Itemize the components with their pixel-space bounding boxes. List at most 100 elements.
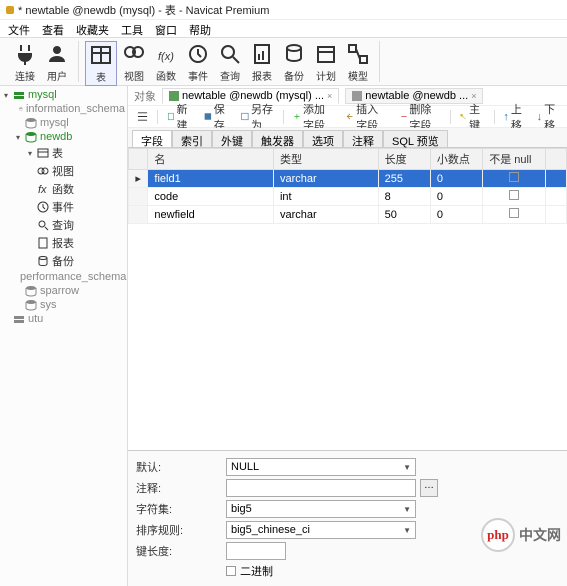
cell-decimals[interactable]: 0 bbox=[430, 188, 482, 206]
collate-select[interactable]: big5_chinese_ci▼ bbox=[226, 521, 416, 539]
user-button[interactable]: 用户 bbox=[42, 41, 72, 84]
tree-node-mysql[interactable]: ▾ mysql bbox=[0, 89, 127, 101]
event-button[interactable]: 事件 bbox=[183, 41, 213, 84]
expand-icon[interactable]: ▾ bbox=[14, 133, 22, 141]
keylen-input[interactable] bbox=[226, 542, 286, 560]
tab-options[interactable]: 选项 bbox=[303, 130, 343, 147]
charset-select[interactable]: big5▼ bbox=[226, 500, 416, 518]
cell-key[interactable] bbox=[546, 188, 567, 206]
cell-decimals[interactable]: 0 bbox=[430, 206, 482, 224]
backup-button[interactable]: 备份 bbox=[279, 41, 309, 84]
col-key[interactable] bbox=[546, 149, 567, 170]
tab-indexes[interactable]: 索引 bbox=[172, 130, 212, 147]
comment-input[interactable] bbox=[226, 479, 416, 497]
cell-length[interactable]: 50 bbox=[378, 206, 430, 224]
tree-node-视图[interactable]: 视图 bbox=[0, 163, 127, 179]
col-type[interactable]: 类型 bbox=[273, 149, 378, 170]
tree-node-事件[interactable]: 事件 bbox=[0, 199, 127, 215]
query-button[interactable]: 查询 bbox=[215, 41, 245, 84]
tab-comment[interactable]: 注释 bbox=[343, 130, 383, 147]
menu-favorites[interactable]: 收藏夹 bbox=[76, 22, 109, 35]
connect-button[interactable]: 连接 bbox=[10, 41, 40, 84]
tree-node-备份[interactable]: 备份 bbox=[0, 253, 127, 269]
db-icon bbox=[25, 299, 37, 311]
menu-help[interactable]: 帮助 bbox=[189, 22, 211, 35]
expand-icon[interactable] bbox=[14, 287, 22, 295]
checkbox[interactable] bbox=[509, 208, 519, 218]
cell-name[interactable]: field1 bbox=[148, 170, 274, 188]
expand-icon[interactable] bbox=[14, 301, 22, 309]
cell-decimals[interactable]: 0 bbox=[430, 170, 482, 188]
tree-node-newdb[interactable]: ▾ newdb bbox=[0, 131, 127, 143]
table-row[interactable]: ▸ field1 varchar 255 0 bbox=[129, 170, 567, 188]
expand-icon[interactable] bbox=[26, 257, 34, 265]
model-button[interactable]: 模型 bbox=[343, 41, 373, 84]
col-notnull[interactable]: 不是 null bbox=[483, 149, 546, 170]
cell-type[interactable]: varchar bbox=[273, 170, 378, 188]
menu-file[interactable]: 文件 bbox=[8, 22, 30, 35]
expand-icon[interactable] bbox=[26, 239, 34, 247]
connection-tree[interactable]: ▾ mysql information_schema mysql ▾ newdb… bbox=[0, 86, 128, 586]
cell-length[interactable]: 8 bbox=[378, 188, 430, 206]
cell-notnull[interactable] bbox=[483, 206, 546, 224]
expand-icon[interactable]: ▾ bbox=[26, 149, 34, 157]
cell-key[interactable] bbox=[546, 206, 567, 224]
cell-notnull[interactable] bbox=[483, 170, 546, 188]
tree-node-performance_schema[interactable]: performance_schema bbox=[0, 271, 127, 283]
checkbox[interactable] bbox=[509, 190, 519, 200]
tab-sql-preview[interactable]: SQL 预览 bbox=[383, 130, 448, 147]
report-button[interactable]: 报表 bbox=[247, 41, 277, 84]
table-row[interactable]: newfield varchar 50 0 bbox=[129, 206, 567, 224]
expand-icon[interactable] bbox=[26, 167, 34, 175]
tree-node-查询[interactable]: 查询 bbox=[0, 217, 127, 233]
default-select[interactable]: NULL▼ bbox=[226, 458, 416, 476]
expand-icon[interactable]: ▾ bbox=[2, 91, 10, 99]
tree-node-information_schema[interactable]: information_schema bbox=[0, 103, 127, 115]
col-name[interactable]: 名 bbox=[148, 149, 274, 170]
tree-node-utu[interactable]: utu bbox=[0, 313, 127, 325]
tree-node-mysql[interactable]: mysql bbox=[0, 117, 127, 129]
col-length[interactable]: 长度 bbox=[378, 149, 430, 170]
expand-icon[interactable] bbox=[14, 119, 22, 127]
fields-grid[interactable]: 名 类型 长度 小数点 不是 null ▸ field1 varchar 255… bbox=[128, 148, 567, 450]
tree-node-函数[interactable]: fx 函数 bbox=[0, 181, 127, 197]
chevron-down-icon: ▼ bbox=[403, 505, 411, 514]
object-label: 对象 bbox=[134, 88, 156, 104]
tree-node-表[interactable]: ▾ 表 bbox=[0, 145, 127, 161]
cell-length[interactable]: 255 bbox=[378, 170, 430, 188]
main-toolbar: 连接 用户 表 视图 f(x) 函数 事件 查询 报表 bbox=[0, 38, 567, 86]
tab-triggers[interactable]: 触发器 bbox=[252, 130, 303, 147]
tab-fields[interactable]: 字段 bbox=[132, 130, 172, 147]
menu-view[interactable]: 查看 bbox=[42, 22, 64, 35]
cell-type[interactable]: int bbox=[273, 188, 378, 206]
tree-label: 备份 bbox=[52, 253, 74, 269]
tab-foreign-keys[interactable]: 外键 bbox=[212, 130, 252, 147]
tree-node-sys[interactable]: sys bbox=[0, 299, 127, 311]
menu-window[interactable]: 窗口 bbox=[155, 22, 177, 35]
hamburger-button[interactable] bbox=[134, 110, 151, 123]
plan-button[interactable]: 计划 bbox=[311, 41, 341, 84]
expand-icon[interactable] bbox=[26, 221, 34, 229]
col-decimals[interactable]: 小数点 bbox=[430, 149, 482, 170]
cell-key[interactable] bbox=[546, 170, 567, 188]
expand-icon[interactable] bbox=[26, 203, 34, 211]
expand-icon[interactable] bbox=[14, 105, 16, 113]
tree-node-报表[interactable]: 报表 bbox=[0, 235, 127, 251]
table-button[interactable]: 表 bbox=[85, 41, 117, 86]
cell-name[interactable]: code bbox=[148, 188, 274, 206]
menu-tools[interactable]: 工具 bbox=[121, 22, 143, 35]
table-row[interactable]: code int 8 0 bbox=[129, 188, 567, 206]
view-button[interactable]: 视图 bbox=[119, 41, 149, 84]
expand-icon[interactable] bbox=[2, 315, 10, 323]
cell-name[interactable]: newfield bbox=[148, 206, 274, 224]
row-indicator: ▸ bbox=[129, 170, 148, 188]
charset-label: 字符集: bbox=[136, 501, 226, 517]
cell-notnull[interactable] bbox=[483, 188, 546, 206]
binary-checkbox[interactable] bbox=[226, 566, 236, 576]
cell-type[interactable]: varchar bbox=[273, 206, 378, 224]
expand-icon[interactable] bbox=[26, 185, 34, 193]
checkbox[interactable] bbox=[509, 172, 519, 182]
tree-node-sparrow[interactable]: sparrow bbox=[0, 285, 127, 297]
comment-expand-button[interactable]: … bbox=[420, 479, 438, 497]
function-button[interactable]: f(x) 函数 bbox=[151, 41, 181, 84]
